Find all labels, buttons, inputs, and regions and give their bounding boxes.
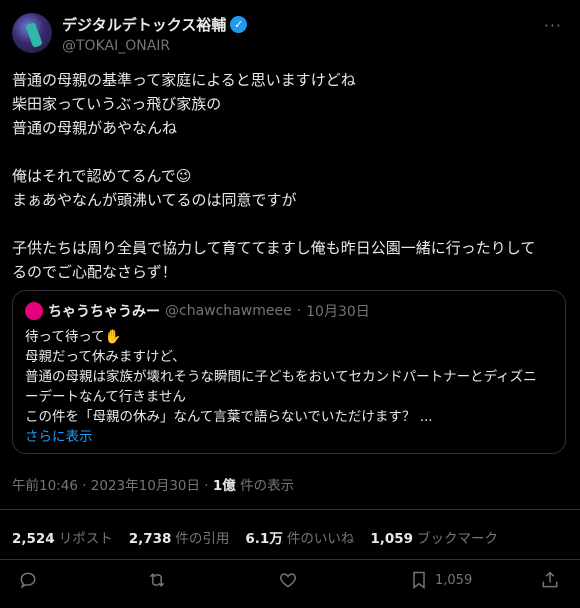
quotes-count: 2,738 — [128, 531, 172, 547]
tweet-line: 普通の母親があやなんね — [12, 119, 178, 137]
repost-icon — [149, 573, 165, 587]
heart-icon — [279, 573, 297, 588]
quoted-line: この件を「母親の休み」なんて言葉で語らないでいただけます？ ... — [25, 409, 433, 425]
reply-button[interactable] — [18, 570, 38, 590]
bookmarks-count: 1,059 — [370, 531, 414, 547]
quoted-line: 母親だって休みますけど、 — [25, 349, 186, 365]
avatar[interactable] — [12, 13, 52, 53]
divider — [0, 559, 580, 560]
quoted-tweet-header: ちゃうちゃうみー @chawchawmeee · 10月30日 — [25, 301, 553, 321]
bookmark-icon — [413, 571, 425, 589]
reposts-label: リポスト — [58, 531, 113, 547]
verified-badge-icon: ✓ — [230, 15, 248, 33]
more-options-icon[interactable]: ··· — [544, 16, 562, 35]
view-count-label: 件の表示 — [235, 478, 295, 494]
reply-icon — [20, 572, 36, 589]
action-bar: 1,059 — [0, 570, 580, 600]
show-more-link[interactable]: さらに表示 — [25, 427, 553, 447]
author-handle[interactable]: @TOKAI_ONAIR — [62, 38, 247, 54]
quoted-tweet-card[interactable]: ちゃうちゃうみー @chawchawmeee · 10月30日 待って待って✋ … — [12, 290, 566, 454]
bookmark-button[interactable]: 1,059 — [409, 570, 472, 590]
tweet-date[interactable]: 2023年10月30日 — [91, 478, 200, 494]
quoted-date: 10月30日 — [306, 304, 370, 320]
bookmarks-stat[interactable]: 1,059 ブックマーク — [370, 527, 498, 547]
tweet-line: 子供たちは周り全員で協力して育ててますし俺も昨日公園一緒に行ったりして — [12, 239, 536, 257]
quoted-author-name: ちゃうちゃうみー — [48, 304, 160, 320]
tweet-header: デジタルデトックス裕輔 ✓ @TOKAI_ONAIR ··· — [12, 10, 568, 58]
tweet-meta: 午前10:46 · 2023年10月30日 · 1億 件の表示 — [12, 474, 294, 494]
bookmark-count: 1,059 — [435, 572, 473, 588]
quoted-avatar — [25, 302, 43, 320]
quoted-tweet-text: 待って待って✋ 母親だって休みますけど、 普通の母親は家族が壊れそうな瞬間に子ど… — [25, 327, 553, 427]
reposts-stat[interactable]: 2,524 リポスト — [12, 527, 113, 547]
tweet-time[interactable]: 午前10:46 — [12, 478, 78, 494]
likes-count: 6.1万 — [245, 531, 283, 547]
quoted-author-handle: @chawchawmeee — [165, 303, 292, 319]
share-button[interactable] — [540, 570, 560, 590]
tweet-line: 普通の母親の基準って家庭によると思いますけどね — [12, 71, 356, 89]
tweet-line: 柴田家っていうぶっ飛び家族の — [12, 95, 222, 113]
reposts-count: 2,524 — [12, 531, 55, 547]
repost-button[interactable] — [147, 570, 167, 590]
likes-stat[interactable]: 6.1万 件のいいね — [245, 527, 354, 547]
share-icon — [542, 571, 558, 588]
meta-separator: · — [200, 478, 213, 494]
tweet-line: 俺はそれで認めてるんで😉 — [12, 167, 192, 185]
separator-dot: · — [296, 303, 302, 319]
engagement-stats: 2,524 リポスト 2,738 件の引用 6.1万 件のいいね 1,059 ブックマー… — [12, 527, 498, 547]
bookmarks-label: ブックマーク — [417, 531, 499, 547]
view-count: 1億 — [212, 478, 236, 494]
quoted-line: 普通の母親は家族が壊れそうな瞬間に子どもをおいてセカンドパートナーとディズニ — [25, 369, 537, 385]
quotes-stat[interactable]: 2,738 件の引用 — [129, 527, 230, 547]
meta-separator: · — [77, 478, 91, 494]
tweet-line: まぁあやなんが頭沸いてるのは同意ですが — [12, 191, 297, 209]
tweet-line: るのでご心配なさらず！ — [12, 263, 177, 281]
quoted-line: 待って待って✋ — [25, 329, 122, 345]
divider — [0, 509, 580, 510]
author-block: デジタルデトックス裕輔 ✓ @TOKAI_ONAIR — [62, 14, 248, 54]
quoted-line: ーデートなんて行きません — [25, 389, 186, 405]
likes-label: 件のいいね — [286, 531, 355, 547]
author-name-text[interactable]: デジタルデトックス裕輔 — [62, 14, 226, 35]
quotes-label: 件の引用 — [175, 531, 230, 547]
like-button[interactable] — [278, 570, 298, 590]
tweet-text: 普通の母親の基準って家庭によると思いますけどね 柴田家っていうぶっ飛び家族の 普… — [12, 68, 572, 284]
author-display-name[interactable]: デジタルデトックス裕輔 ✓ — [62, 14, 248, 35]
